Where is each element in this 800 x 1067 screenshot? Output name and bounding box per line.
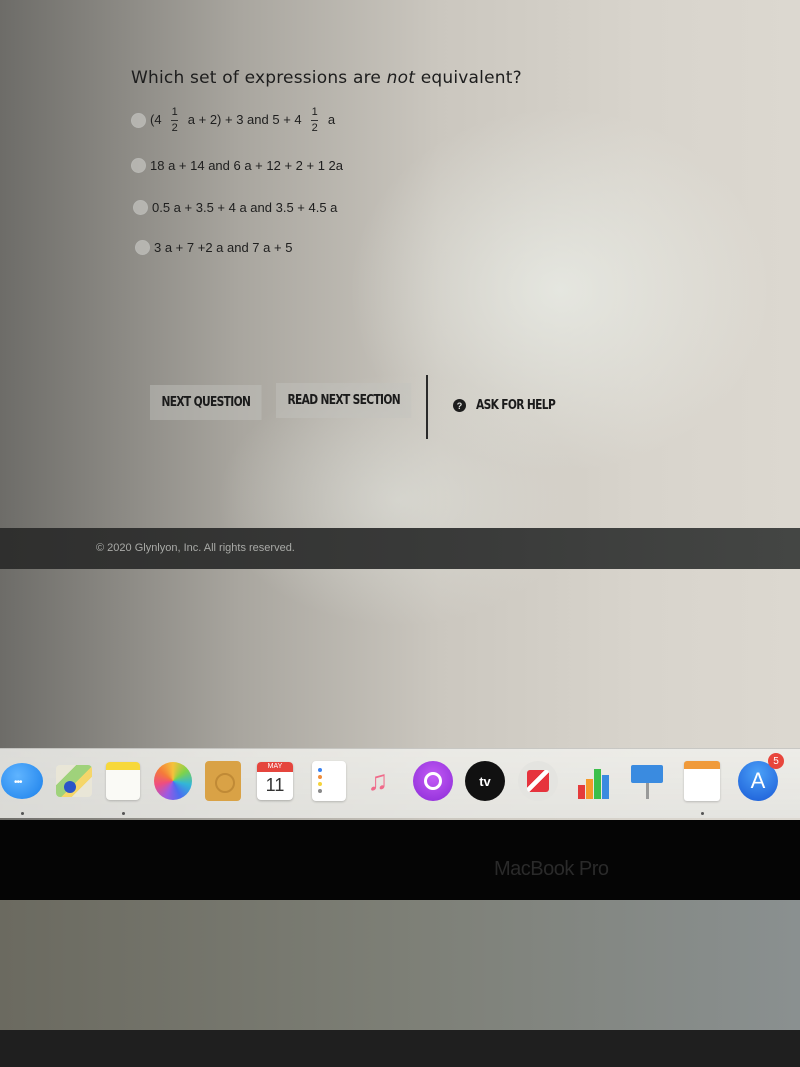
- calendar-icon: MAY 11: [257, 762, 293, 800]
- laptop-chassis: [0, 900, 800, 1030]
- dock-app-notes[interactable]: [101, 759, 145, 815]
- ask-for-help-button[interactable]: ? ASK FOR HELP: [453, 398, 572, 413]
- lesson-page: Which set of expressions are not equival…: [0, 0, 800, 528]
- fraction: 12: [311, 106, 319, 134]
- calendar-day: 11: [265, 775, 285, 795]
- option-text: 0.5 a + 3.5 + 4 a and 3.5 + 4.5 a: [152, 200, 338, 215]
- dock-app-photos[interactable]: [151, 759, 195, 803]
- podcasts-icon: [413, 761, 453, 801]
- option-text-part: a: [324, 111, 336, 127]
- dock: MAY 11 ♫ tv: [0, 748, 800, 818]
- answer-option-d[interactable]: 3 a + 7 +2 a and 7 a + 5: [135, 240, 292, 255]
- ask-for-help-label: ASK FOR HELP: [476, 398, 556, 413]
- numbers-icon: [575, 763, 613, 799]
- next-question-button[interactable]: NEXT QUESTION: [150, 385, 262, 420]
- contacts-icon: [205, 761, 241, 801]
- question-title-emphasis: not: [386, 68, 416, 88]
- app-store-icon: A 5: [738, 753, 784, 801]
- laptop-bezel: [0, 820, 800, 910]
- radio-button[interactable]: [133, 200, 148, 215]
- page-footer: © 2020 Glynlyon, Inc. All rights reserve…: [0, 528, 800, 569]
- running-indicator: [20, 812, 24, 815]
- pages-icon: [684, 761, 720, 801]
- answer-option-a[interactable]: (4 12 a + 2) + 3 and 5 + 4 12 a: [131, 107, 335, 134]
- messages-icon: [1, 763, 43, 799]
- dock-app-pages[interactable]: [680, 759, 724, 815]
- dock-app-keynote[interactable]: [625, 759, 669, 803]
- reminders-icon: [312, 761, 346, 801]
- device-brand-label: MacBook Pro: [494, 858, 609, 880]
- copyright-text: © 2020 Glynlyon, Inc. All rights reserve…: [96, 542, 295, 554]
- option-text-part: (4: [150, 111, 166, 127]
- answer-option-b[interactable]: 18 a + 14 and 6 a + 12 + 2 + 1 2a: [131, 158, 343, 173]
- screen: Which set of expressions are not equival…: [0, 0, 800, 820]
- option-text-part: a + 2) + 3 and 5 + 4: [184, 111, 306, 127]
- help-question-icon: ?: [453, 399, 466, 412]
- notes-icon: [106, 762, 140, 800]
- dock-app-contacts[interactable]: [201, 759, 245, 803]
- fraction-bar: [311, 120, 319, 121]
- radio-button[interactable]: [135, 240, 150, 255]
- action-divider: [426, 375, 428, 439]
- option-text: 3 a + 7 +2 a and 7 a + 5: [154, 240, 293, 255]
- fraction-numerator: 1: [311, 106, 318, 118]
- music-icon: ♫: [367, 765, 389, 796]
- dock-app-news[interactable]: [516, 759, 560, 803]
- dock-app-messages[interactable]: [0, 759, 44, 815]
- keyboard-edge: [0, 1030, 800, 1067]
- notification-badge: 5: [768, 753, 784, 769]
- question-title-text-end: equivalent?: [415, 68, 522, 88]
- radio-button[interactable]: [131, 158, 146, 173]
- fraction-denominator: 2: [311, 122, 318, 134]
- dock-app-maps[interactable]: [52, 759, 96, 803]
- dock-app-app-store[interactable]: A 5: [736, 753, 784, 803]
- dock-app-reminders[interactable]: [307, 759, 351, 803]
- app-store-glyph: A: [750, 768, 766, 793]
- question-title-text: Which set of expressions are: [131, 68, 387, 88]
- news-icon: [518, 761, 558, 801]
- fraction-denominator: 2: [171, 122, 178, 134]
- answer-option-c[interactable]: 0.5 a + 3.5 + 4 a and 3.5 + 4.5 a: [133, 200, 337, 215]
- dock-app-numbers[interactable]: [572, 759, 616, 803]
- running-indicator: [700, 812, 704, 815]
- dock-app-music[interactable]: ♫: [356, 759, 400, 803]
- option-text: (4 12 a + 2) + 3 and 5 + 4 12 a: [150, 107, 335, 134]
- maps-icon: [56, 765, 92, 797]
- fraction-bar: [171, 120, 179, 121]
- dock-app-podcasts[interactable]: [411, 759, 455, 803]
- tv-icon: tv: [465, 761, 505, 801]
- read-next-section-button[interactable]: READ NEXT SECTION: [276, 383, 412, 418]
- fraction: 12: [171, 106, 179, 134]
- calendar-month: MAY: [257, 762, 293, 772]
- fraction-numerator: 1: [171, 106, 178, 118]
- tv-label: tv: [479, 773, 491, 789]
- dock-app-tv[interactable]: tv: [463, 759, 507, 803]
- running-indicator: [121, 812, 125, 815]
- question-title: Which set of expressions are not equival…: [131, 68, 522, 88]
- dock-app-calendar[interactable]: MAY 11: [253, 759, 297, 803]
- keynote-icon: [629, 761, 665, 801]
- photos-icon: [154, 762, 192, 800]
- option-text: 18 a + 14 and 6 a + 12 + 2 + 1 2a: [150, 158, 344, 173]
- radio-button[interactable]: [131, 113, 146, 128]
